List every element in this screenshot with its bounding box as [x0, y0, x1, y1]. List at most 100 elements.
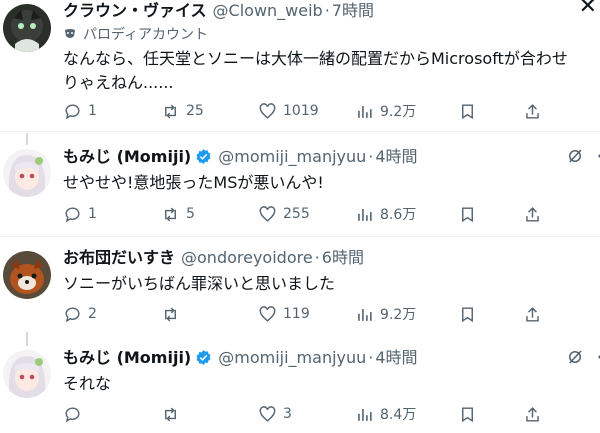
views-icon — [358, 408, 372, 421]
reply-icon — [65, 103, 80, 119]
user-handle[interactable]: @Clown_weib — [213, 0, 323, 22]
heart-icon — [259, 305, 276, 322]
verified-badge-icon — [196, 149, 211, 164]
repost-count: 25 — [186, 103, 204, 119]
views-icon — [358, 308, 372, 321]
grok-icon[interactable] — [566, 147, 584, 165]
reply-count: 2 — [88, 306, 97, 322]
like-count: 3 — [283, 406, 292, 422]
share-button[interactable] — [523, 303, 548, 325]
view-count: 8.4万 — [380, 407, 417, 423]
bookmark-icon — [462, 103, 473, 119]
like-button[interactable]: 1019 — [258, 100, 319, 122]
share-button[interactable] — [523, 100, 548, 122]
parody-label: パロディアカウント — [63, 24, 600, 44]
action-bar: 3 8.4万 — [63, 403, 553, 425]
timestamp[interactable]: 7時間 — [332, 0, 374, 22]
tweet-header: お布団だいすき @ondoreyoidore · 6時間 — [63, 247, 600, 269]
like-count: 1019 — [283, 103, 319, 119]
share-icon — [526, 206, 539, 222]
heart-icon — [259, 205, 276, 222]
bookmark-button[interactable] — [458, 203, 483, 225]
verified-badge-icon — [196, 350, 211, 365]
like-count: 255 — [283, 206, 310, 222]
like-count: 119 — [283, 306, 310, 322]
share-icon — [526, 406, 539, 422]
more-options-icon[interactable]: ✕ — [579, 0, 597, 18]
heart-icon — [259, 405, 276, 422]
bookmark-button[interactable] — [458, 403, 483, 425]
thread-connector — [26, 332, 28, 346]
tweet-header: もみじ (Momiji) @momiji_manjyuu · 4時間 — [63, 346, 600, 369]
bookmark-button[interactable] — [458, 100, 483, 122]
display-name[interactable]: お布団だいすき — [63, 247, 175, 269]
divider — [0, 236, 600, 237]
view-count: 9.2万 — [380, 307, 417, 323]
thread-connector — [26, 133, 28, 145]
tweet-header: もみじ (Momiji) @momiji_manjyuu · 4時間 — [63, 145, 600, 168]
like-button[interactable]: 119 — [258, 303, 310, 325]
reply-icon — [65, 406, 80, 422]
timestamp[interactable]: 4時間 — [375, 347, 417, 369]
tweet-2[interactable]: もみじ (Momiji) @momiji_manjyuu · 4時間 せやせや!… — [0, 133, 600, 230]
avatar[interactable] — [3, 149, 51, 197]
timestamp[interactable]: 4時間 — [375, 146, 417, 168]
view-count: 9.2万 — [380, 104, 417, 120]
view-count: 8.6万 — [380, 207, 417, 223]
like-button[interactable]: 255 — [258, 203, 310, 225]
user-handle[interactable]: @momiji_manjyuu — [218, 146, 366, 168]
separator-dot: · — [368, 147, 374, 166]
like-button[interactable]: 3 — [258, 403, 292, 425]
tweet-4[interactable]: もみじ (Momiji) @momiji_manjyuu · 4時間 それな 3… — [0, 332, 600, 433]
anime-girl-avatar-icon — [3, 350, 51, 398]
reply-button[interactable]: 2 — [63, 303, 97, 325]
tweet-3[interactable]: お布団だいすき @ondoreyoidore · 6時間 ソニーがいちばん罪深い… — [0, 247, 600, 332]
action-bar: 1 5 255 8.6万 — [63, 203, 553, 225]
tweet-header: クラウン・ヴァイス @Clown_weib · 7時間 — [63, 0, 600, 22]
separator-dot: · — [314, 248, 320, 267]
tweet-1[interactable]: クラウン・ヴァイス @Clown_weib · 7時間 ✕ パロディアカウント … — [0, 0, 600, 125]
display-name[interactable]: もみじ (Momiji) — [63, 146, 191, 168]
reply-icon — [65, 306, 80, 322]
views-button[interactable]: 9.2万 — [355, 303, 416, 325]
heart-icon — [259, 102, 276, 119]
grok-icon[interactable] — [566, 348, 584, 366]
views-button[interactable]: 9.2万 — [355, 100, 416, 122]
avatar[interactable] — [3, 350, 51, 398]
avatar[interactable] — [3, 251, 51, 299]
red-panda-avatar-icon — [3, 251, 51, 299]
reply-count: 1 — [88, 103, 97, 119]
display-name[interactable]: クラウン・ヴァイス — [63, 0, 207, 22]
tweet-text: なんなら、任天堂とソニーは大体一緒の配置だからMicrosoftが合わせりゃえね… — [63, 49, 568, 92]
repost-button[interactable] — [161, 403, 186, 425]
reply-button[interactable] — [63, 403, 88, 425]
reply-button[interactable]: 1 — [63, 203, 97, 225]
share-button[interactable] — [523, 403, 548, 425]
views-button[interactable]: 8.6万 — [355, 203, 416, 225]
timestamp[interactable]: 6時間 — [322, 247, 364, 269]
repost-button[interactable] — [161, 303, 186, 325]
share-button[interactable] — [523, 203, 548, 225]
reply-button[interactable]: 1 — [63, 100, 97, 122]
user-handle[interactable]: @momiji_manjyuu — [218, 347, 366, 369]
divider — [0, 131, 600, 132]
user-handle[interactable]: @ondoreyoidore — [181, 247, 313, 269]
share-icon — [526, 103, 539, 119]
action-bar: 2 119 9.2万 — [63, 303, 553, 325]
bookmark-icon — [462, 206, 473, 222]
separator-dot: · — [368, 348, 374, 367]
bookmark-button[interactable] — [458, 303, 483, 325]
repost-button[interactable]: 5 — [161, 203, 195, 225]
repost-button[interactable]: 25 — [161, 100, 204, 122]
display-name[interactable]: もみじ (Momiji) — [63, 347, 191, 369]
tweet-text: せやせや!意地張ったMSが悪いんや! — [63, 173, 324, 192]
repost-icon — [165, 207, 176, 221]
reply-icon — [65, 206, 80, 222]
avatar[interactable] — [3, 4, 51, 52]
anime-girl-avatar-icon — [3, 149, 51, 197]
action-bar: 1 25 1019 9.2万 — [63, 100, 553, 122]
views-button[interactable]: 8.4万 — [355, 403, 416, 425]
reply-count: 1 — [88, 206, 97, 222]
parody-label-text: パロディアカウント — [83, 27, 209, 43]
repost-icon — [165, 407, 176, 421]
